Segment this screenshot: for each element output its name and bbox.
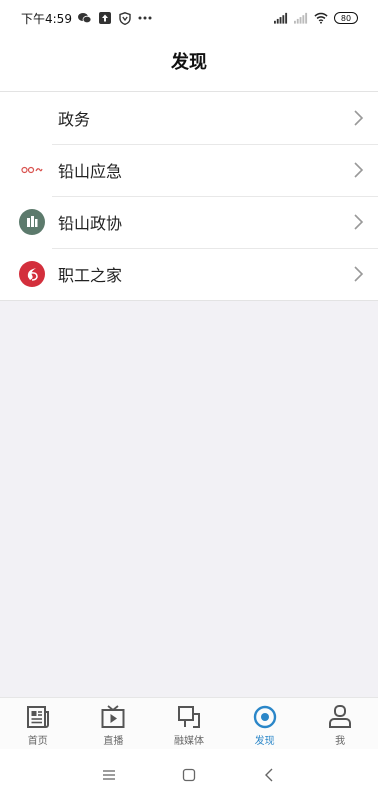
- more-icon: [138, 11, 152, 25]
- nav-discover[interactable]: 发现: [227, 698, 303, 749]
- nav-label: 首页: [27, 736, 48, 747]
- list-item-emergency[interactable]: 铅山应急: [0, 144, 378, 196]
- home-icon[interactable]: [179, 765, 199, 785]
- signal-icon: [274, 11, 288, 25]
- person-icon: [329, 705, 352, 728]
- chevron-right-icon: [352, 161, 364, 179]
- nav-label: 我: [335, 736, 346, 747]
- status-bar: 下午4:59 80: [0, 0, 378, 36]
- list-item-zhengwu[interactable]: 政务: [0, 92, 378, 144]
- list-item-label: 铅山政协: [58, 214, 123, 233]
- emergency-logo-icon: [19, 157, 45, 183]
- tv-play-icon: [101, 705, 125, 728]
- signal-icon-2: [294, 11, 308, 25]
- divider: [52, 196, 378, 197]
- discover-icon: [253, 705, 276, 729]
- list-item-cppcc[interactable]: 铅山政协: [0, 196, 378, 248]
- list-item-label: 铅山应急: [58, 162, 123, 181]
- chevron-right-icon: [352, 109, 364, 127]
- shield-icon: [118, 11, 132, 25]
- upload-icon: [98, 11, 112, 25]
- battery-indicator: 80: [334, 12, 358, 24]
- list-item-label: 职工之家: [58, 266, 123, 285]
- chevron-right-icon: [352, 265, 364, 283]
- list-item-label: 政务: [58, 110, 91, 129]
- system-nav-bar: [0, 749, 378, 800]
- newspaper-icon: [26, 706, 49, 728]
- nav-live[interactable]: 直播: [76, 698, 152, 749]
- divider: [52, 144, 378, 145]
- nav-home[interactable]: 首页: [0, 698, 76, 749]
- media-icon: [177, 706, 200, 728]
- wifi-icon: [314, 11, 328, 25]
- cppcc-logo-icon: [19, 209, 45, 235]
- nav-media[interactable]: 融媒体: [151, 698, 227, 749]
- chevron-right-icon: [352, 213, 364, 231]
- status-time: 下午4:59: [21, 11, 72, 26]
- nav-me[interactable]: 我: [302, 698, 378, 749]
- back-icon[interactable]: [259, 765, 279, 785]
- bottom-nav: 首页 直播 融媒体 发现 我: [0, 697, 378, 749]
- divider: [52, 248, 378, 249]
- discover-list: 政务 铅山应急 铅山政协 职工之家: [0, 92, 378, 301]
- menu-icon[interactable]: [99, 765, 119, 785]
- wechat-icon: [78, 11, 92, 25]
- nav-label: 直播: [103, 736, 124, 747]
- page-title: 发现: [171, 51, 207, 73]
- nav-label: 融媒体: [173, 736, 204, 747]
- header: 发现: [0, 36, 378, 92]
- list-item-workers-home[interactable]: 职工之家: [0, 248, 378, 300]
- nav-label: 发现: [254, 736, 275, 747]
- workers-home-logo-icon: [19, 261, 45, 287]
